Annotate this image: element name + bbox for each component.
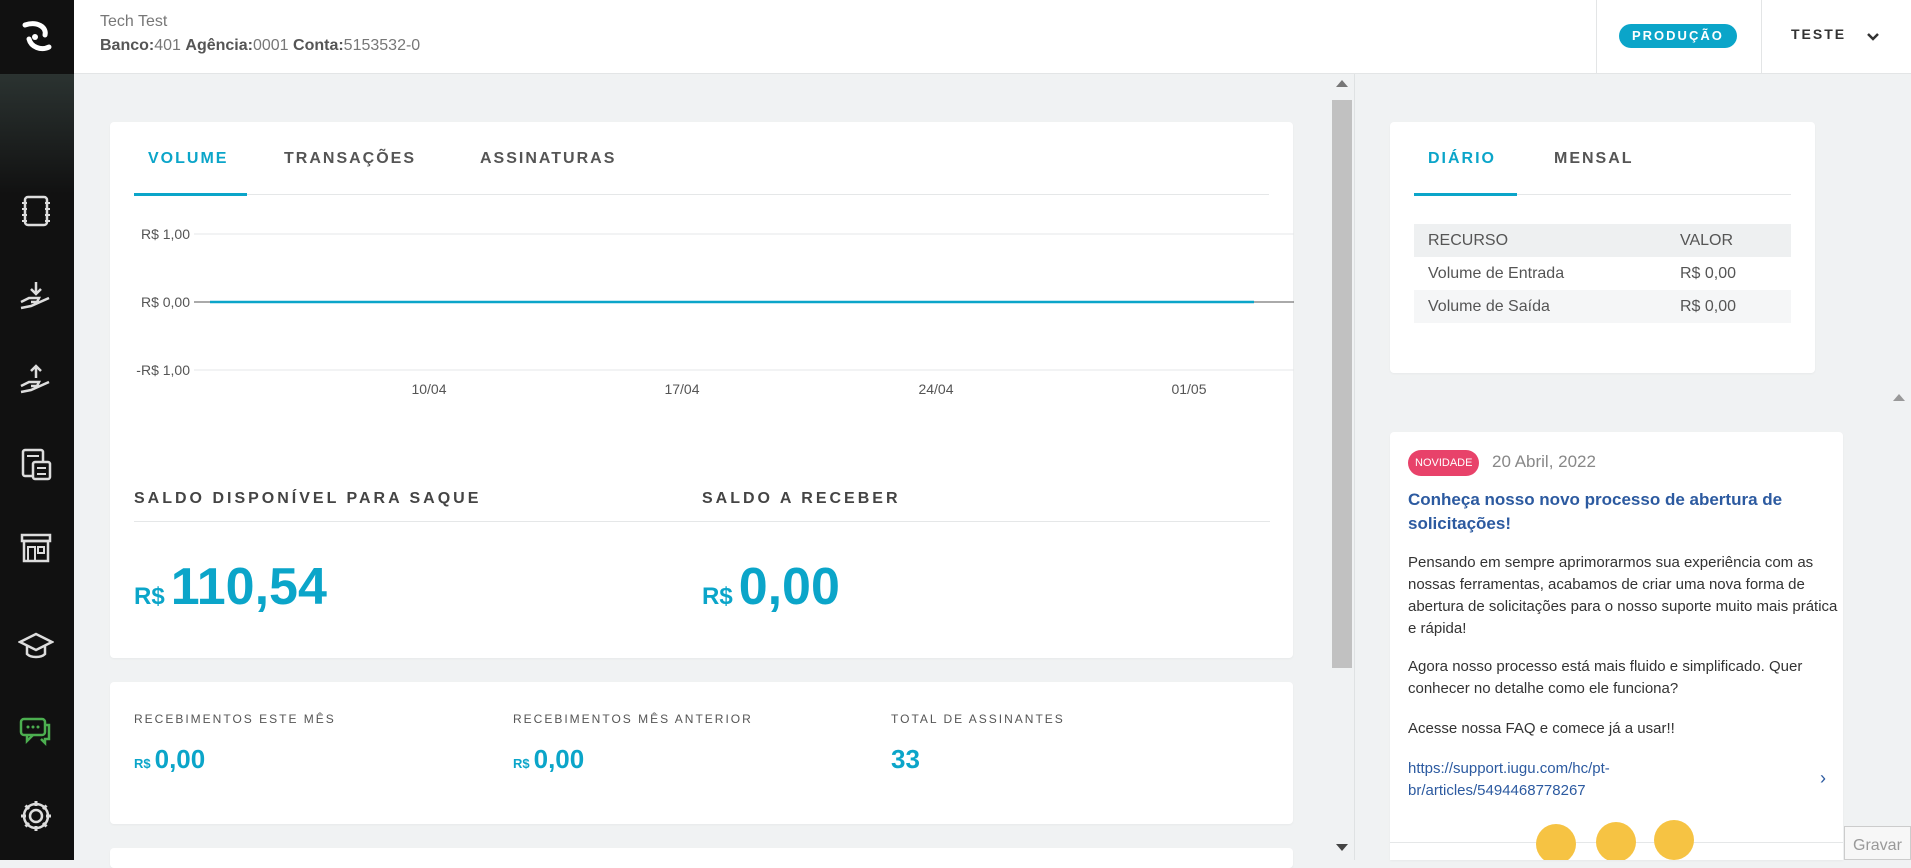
news-paragraph: Pensando em sempre aprimorarmos sua expe…: [1408, 554, 1838, 637]
table-row: Volume de Saída R$ 0,00: [1414, 290, 1791, 323]
news-link[interactable]: https://support.iugu.com/hc/pt-br/articl…: [1408, 758, 1658, 802]
chat-icon[interactable]: [14, 709, 58, 753]
send-money-icon[interactable]: [14, 358, 58, 402]
receivable-balance-title: SALDO A RECEBER: [702, 490, 901, 507]
environment-badge[interactable]: PRODUÇÃO: [1619, 24, 1737, 48]
store-icon[interactable]: [14, 525, 58, 569]
receivable-balance: R$ 0,00: [702, 557, 840, 617]
news-paragraph: Acesse nossa FAQ e comece já a usar!!: [1408, 720, 1675, 737]
right-scrollbar[interactable]: [1888, 385, 1911, 860]
summary-table: RECURSO VALOR Volume de Entrada R$ 0,00 …: [1414, 224, 1791, 323]
gravar-button[interactable]: Gravar: [1844, 826, 1911, 860]
emoji-happy-icon[interactable]: [1654, 820, 1694, 860]
stat-value: 33: [891, 744, 920, 774]
sidebar: [0, 0, 74, 860]
bank-label: Banco:: [100, 37, 155, 54]
y-tick-label: R$ 0,00: [141, 294, 190, 310]
tab-diario[interactable]: DIÁRIO: [1428, 150, 1496, 168]
receivable-balance-value: 0,00: [738, 558, 840, 616]
receivable-balance-currency: R$: [702, 583, 733, 610]
agency-value: 0001: [252, 37, 289, 54]
volume-tabs: VOLUME TRANSAÇÕES ASSINATURAS: [134, 122, 1269, 196]
account-name: Tech Test: [100, 13, 168, 30]
available-balance-currency: R$: [134, 583, 165, 610]
tab-volume[interactable]: VOLUME: [148, 150, 228, 168]
tab-mensal[interactable]: MENSAL: [1554, 150, 1634, 168]
tab-assinaturas[interactable]: ASSINATURAS: [480, 150, 616, 168]
ledger-icon[interactable]: [14, 189, 58, 233]
bank-value: 401: [154, 37, 181, 54]
receive-money-icon[interactable]: [14, 274, 58, 318]
stat-label: RECEBIMENTOS MÊS ANTERIOR: [513, 712, 753, 726]
x-tick-label: 01/05: [1171, 381, 1206, 397]
summary-card: DIÁRIO MENSAL RECURSO VALOR Volume de En…: [1390, 122, 1815, 373]
volume-chart: R$ 1,00 R$ 0,00 -R$ 1,00 10/04 17/04 24/04 01/…: [136, 226, 1294, 397]
news-title[interactable]: Conheça nosso novo processo de abertura …: [1408, 488, 1838, 536]
stat-value: R$ 0,00: [134, 744, 206, 774]
account-label: Conta:: [293, 37, 344, 54]
news-card: NOVIDADE 20 Abril, 2022 Conheça nosso no…: [1390, 432, 1843, 860]
graduation-cap-icon[interactable]: [14, 624, 58, 668]
chevron-right-icon[interactable]: ›: [1820, 768, 1826, 789]
stat-value: R$ 0,00: [513, 744, 585, 774]
available-balance-title: SALDO DISPONÍVEL PARA SAQUE: [134, 490, 482, 507]
scroll-thumb[interactable]: [1332, 100, 1352, 668]
stat-label: RECEBIMENTOS ESTE MÊS: [134, 712, 336, 726]
news-paragraph: Agora nosso processo está mais fluido e …: [1408, 658, 1803, 697]
scroll-up-arrow[interactable]: [1336, 80, 1348, 87]
calculator-icon[interactable]: [14, 442, 58, 486]
emoji-neutral-icon[interactable]: [1596, 822, 1636, 860]
tab-transacoes[interactable]: TRANSAÇÕES: [284, 150, 416, 168]
top-header: Tech Test Banco:401 Agência:0001 Conta:5…: [74, 0, 1911, 74]
news-badge: NOVIDADE: [1408, 450, 1480, 476]
volume-card: VOLUME TRANSAÇÕES ASSINATURAS R$ 1,00 R$ …: [110, 122, 1294, 658]
x-tick-label: 24/04: [918, 381, 953, 397]
logo[interactable]: [0, 0, 74, 74]
account-value: 5153532-0: [343, 37, 421, 54]
x-tick-label: 10/04: [411, 381, 446, 397]
stat-label: TOTAL DE ASSINANTES: [891, 712, 1065, 726]
emoji-sad-icon[interactable]: [1536, 824, 1576, 860]
y-tick-label: -R$ 1,00: [136, 362, 190, 378]
summary-tabs: DIÁRIO MENSAL: [1414, 122, 1791, 196]
available-balance-value: 110,54: [170, 558, 327, 616]
x-tick-label: 17/04: [664, 381, 699, 397]
agency-label: Agência:: [185, 37, 253, 54]
chevron-down-icon[interactable]: [1865, 28, 1881, 44]
available-balance: R$ 110,54: [134, 557, 327, 617]
y-tick-label: R$ 1,00: [141, 226, 190, 242]
table-row: Volume de Entrada R$ 0,00: [1428, 265, 1737, 282]
news-date: 20 Abril, 2022: [1492, 452, 1596, 471]
right-scroll-up-arrow[interactable]: [1893, 394, 1905, 401]
stats-card: RECEBIMENTOS ESTE MÊS R$ 0,00 RECEBIMENTO…: [110, 682, 1293, 824]
user-menu[interactable]: TESTE: [1791, 26, 1846, 42]
gear-icon[interactable]: [14, 794, 58, 838]
scroll-down-arrow[interactable]: [1336, 844, 1348, 851]
iugu-logo-icon: [22, 21, 52, 52]
table-header: RECURSO VALOR: [1414, 224, 1791, 257]
account-info: Banco:401 Agência:0001 Conta:5153532-0: [100, 37, 420, 55]
